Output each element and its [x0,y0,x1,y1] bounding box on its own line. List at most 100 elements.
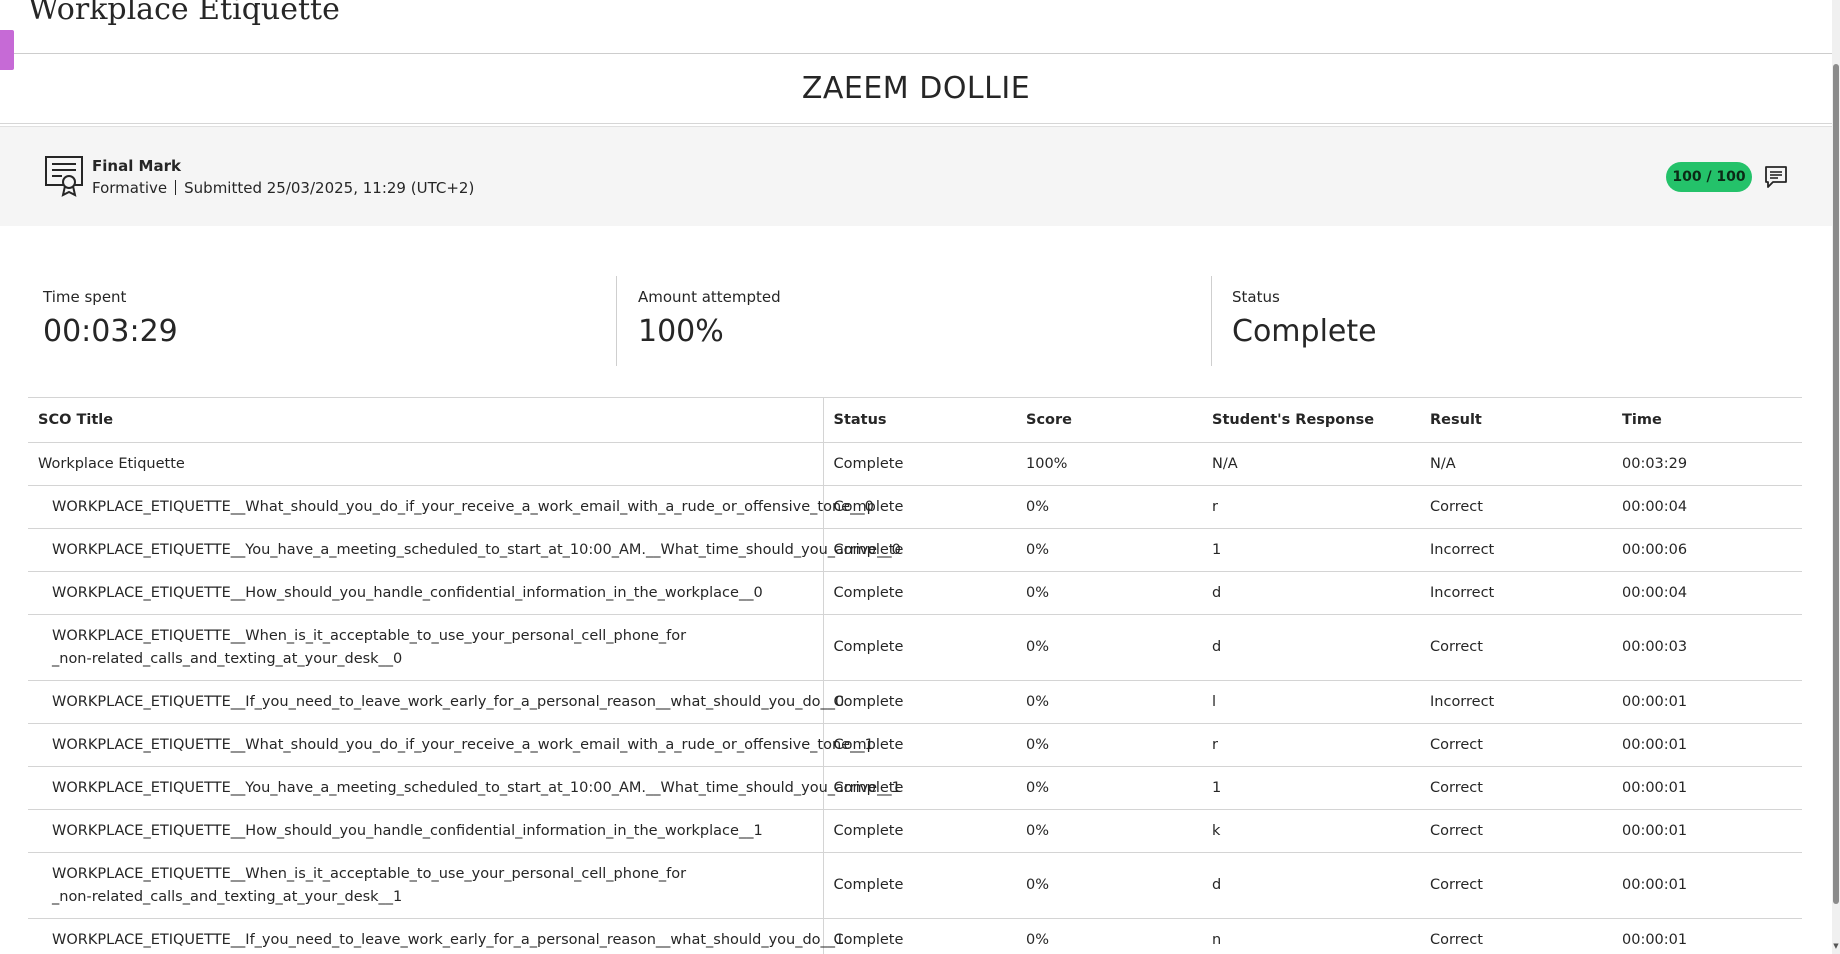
final-mark-panel: Final Mark Formative Submitted 25/03/2025… [0,126,1832,226]
cell-response: l [1202,680,1420,724]
cell-response: d [1202,852,1420,919]
cell-score: 100% [1016,442,1202,486]
cell-sco-title: WORKPLACE_ETIQUETTE__If_you_need_to_leav… [28,680,844,724]
stat-value: 100% [638,314,724,349]
stats-row: Time spent 00:03:29 Amount attempted 100… [28,276,1804,366]
table-row: WORKPLACE_ETIQUETTE__What_should_you_do_… [28,485,1802,529]
cell-result: Incorrect [1420,571,1612,615]
cell-status: Complete [823,852,1016,919]
cell-score: 0% [1016,809,1202,853]
sco-title-text: WORKPLACE_ETIQUETTE__When_is_it_acceptab… [52,627,687,667]
cell-response: 1 [1202,766,1420,810]
cell-result: Correct [1420,852,1612,919]
table-row: WORKPLACE_ETIQUETTE__You_have_a_meeting_… [28,766,1802,810]
cell-time: 00:00:04 [1612,571,1802,615]
cell-status: Complete [823,766,1016,810]
column-header-result[interactable]: Result [1420,397,1612,443]
scrollbar-thumb[interactable] [1833,64,1839,904]
final-mark-subtitle: Formative Submitted 25/03/2025, 11:29 (UT… [92,179,474,197]
cell-response: 1 [1202,528,1420,572]
cell-time: 00:00:01 [1612,723,1802,767]
assessment-type: Formative [92,179,168,197]
cell-status: Complete [823,723,1016,767]
cell-status: Complete [823,485,1016,529]
sco-title-text: WORKPLACE_ETIQUETTE__When_is_it_acceptab… [52,865,687,905]
cell-score: 0% [1016,528,1202,572]
table-row: WORKPLACE_ETIQUETTE__How_should_you_hand… [28,571,1802,615]
cell-score: 0% [1016,852,1202,919]
cell-time: 00:00:06 [1612,528,1802,572]
stat-label: Status [1232,288,1280,306]
cell-sco-title: WORKPLACE_ETIQUETTE__When_is_it_acceptab… [28,852,824,919]
cell-response: n [1202,918,1420,954]
table-row: WORKPLACE_ETIQUETTE__If_you_need_to_leav… [28,680,1802,724]
table-row: WORKPLACE_ETIQUETTE__When_is_it_acceptab… [28,852,1802,919]
column-header-score[interactable]: Score [1016,397,1202,443]
cell-result: Correct [1420,766,1612,810]
student-name: ZAEEM DOLLIE [0,54,1832,124]
cell-status: Complete [823,614,1016,681]
table-row: WORKPLACE_ETIQUETTE__You_have_a_meeting_… [28,528,1802,572]
cell-time: 00:00:01 [1612,766,1802,810]
cell-result: Correct [1420,614,1612,681]
table-row: WORKPLACE_ETIQUETTE__When_is_it_acceptab… [28,614,1802,681]
cell-time: 00:00:03 [1612,614,1802,681]
cell-sco-title: WORKPLACE_ETIQUETTE__How_should_you_hand… [28,809,824,853]
cell-response: d [1202,571,1420,615]
cell-status: Complete [823,442,1016,486]
cell-status: Complete [823,528,1016,572]
cell-result: N/A [1420,442,1612,486]
page: Workplace Etiquette ZAEEM DOLLIE Final M… [0,0,1840,954]
cell-response: r [1202,723,1420,767]
cell-score: 0% [1016,766,1202,810]
sco-table: SCO Title Status Score Student's Respons… [28,397,1802,954]
cell-status: Complete [823,918,1016,954]
table-row: Workplace Etiquette Complete 100% N/A N/… [28,442,1802,486]
cell-sco-title: WORKPLACE_ETIQUETTE__If_you_need_to_leav… [28,918,844,954]
column-header-time[interactable]: Time [1612,397,1802,443]
certificate-icon [45,156,83,197]
stat-divider [616,276,617,366]
cell-result: Correct [1420,809,1612,853]
cell-time: 00:00:01 [1612,680,1802,724]
cell-time: 00:03:29 [1612,442,1802,486]
feedback-icon[interactable] [1764,165,1788,189]
submitted-date: Submitted 25/03/2025, 11:29 (UTC+2) [184,179,475,197]
column-header-sco-title[interactable]: SCO Title [28,397,824,443]
cell-response: r [1202,485,1420,529]
cell-result: Incorrect [1420,680,1612,724]
table-row: WORKPLACE_ETIQUETTE__What_should_you_do_… [28,723,1802,767]
cell-result: Incorrect [1420,528,1612,572]
final-mark-title: Final Mark [92,157,181,175]
cell-sco-title: Workplace Etiquette [28,442,824,486]
stat-label: Time spent [43,288,127,306]
stat-value: 00:03:29 [43,314,178,349]
cell-status: Complete [823,809,1016,853]
stat-divider [1211,276,1212,366]
cell-sco-title: WORKPLACE_ETIQUETTE__You_have_a_meeting_… [28,528,901,572]
cell-score: 0% [1016,571,1202,615]
cell-score: 0% [1016,680,1202,724]
cell-result: Correct [1420,485,1612,529]
table-row: WORKPLACE_ETIQUETTE__If_you_need_to_leav… [28,918,1802,954]
grade-pill[interactable]: 100 / 100 [1666,162,1752,192]
column-header-response[interactable]: Student's Response [1202,397,1420,443]
cell-response: N/A [1202,442,1420,486]
cell-time: 00:00:01 [1612,918,1802,954]
cell-time: 00:00:01 [1612,809,1802,853]
sco-table-wrapper: SCO Title Status Score Student's Respons… [28,397,1802,954]
cell-score: 0% [1016,614,1202,681]
cell-response: k [1202,809,1420,853]
cell-time: 00:00:04 [1612,485,1802,529]
vertical-scrollbar[interactable]: ▼ [1832,0,1840,954]
cell-result: Correct [1420,723,1612,767]
cell-status: Complete [823,571,1016,615]
cell-response: d [1202,614,1420,681]
cell-sco-title: WORKPLACE_ETIQUETTE__What_should_you_do_… [28,485,874,529]
cell-sco-title: WORKPLACE_ETIQUETTE__When_is_it_acceptab… [28,614,824,681]
scroll-down-arrow-icon[interactable]: ▼ [1832,940,1840,952]
cell-score: 0% [1016,918,1202,954]
title-bar: Workplace Etiquette [0,0,1832,54]
column-header-status[interactable]: Status [823,397,1016,443]
cell-score: 0% [1016,485,1202,529]
